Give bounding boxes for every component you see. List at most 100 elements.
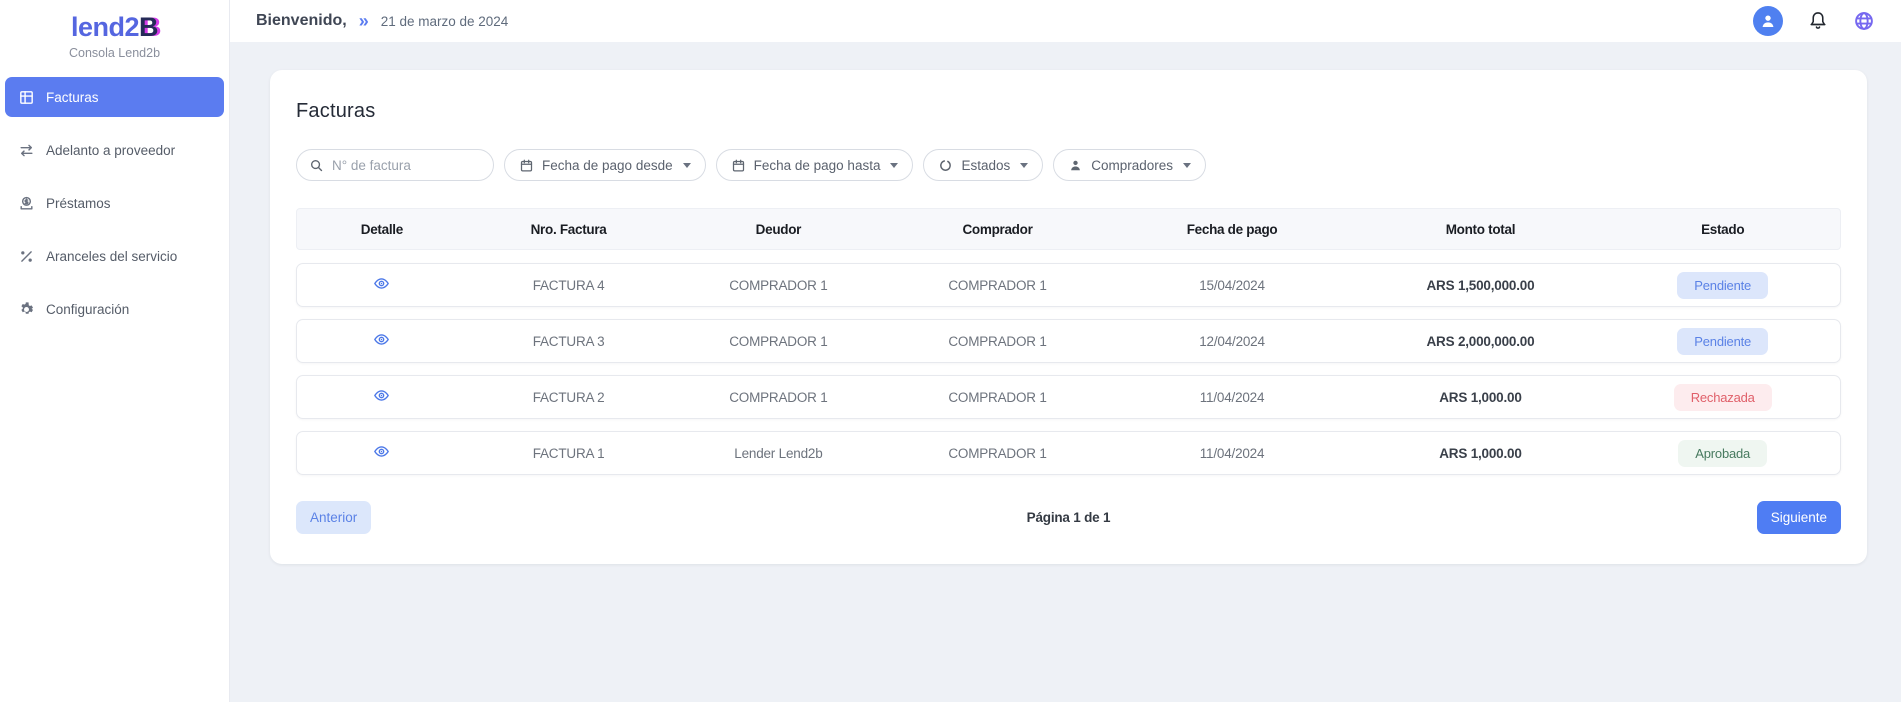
cell-estado: Pendiente [1605,272,1840,299]
sidebar-item-aranceles-del-servicio[interactable]: Aranceles del servicio [5,236,224,276]
status-badge: Aprobada [1678,440,1767,467]
cell-fecha-de-pago: 12/04/2024 [1109,334,1356,349]
cell-deudor: COMPRADOR 1 [670,334,886,349]
facturas-card: Facturas Fecha de pago desde Fecha de pa… [270,70,1867,564]
cell-comprador: COMPRADOR 1 [886,390,1108,405]
status-badge: Rechazada [1674,384,1772,411]
chevron-down-icon [890,163,898,168]
facturas-table: DetalleNro. FacturaDeudorCompradorFecha … [296,208,1841,475]
cell-deudor: COMPRADOR 1 [670,390,886,405]
table-body: FACTURA 4 COMPRADOR 1 COMPRADOR 1 15/04/… [296,263,1841,475]
filter-compradores[interactable]: Compradores [1053,149,1206,181]
sidebar-item-label: Aranceles del servicio [46,249,177,264]
column-header: Deudor [670,222,886,237]
sidebar: lend2B Consola Lend2b Facturas Adelanto … [0,0,230,702]
table-header: DetalleNro. FacturaDeudorCompradorFecha … [296,208,1841,250]
page-indicator: Página 1 de 1 [1027,510,1111,525]
cell-fecha-de-pago: 11/04/2024 [1109,446,1356,461]
filter-estados[interactable]: Estados [923,149,1043,181]
cell-monto-total: ARS 1,000.00 [1355,446,1605,461]
cell-monto-total: ARS 1,000.00 [1355,390,1605,405]
status-badge: Pendiente [1677,328,1768,355]
double-chevron-icon: » [359,12,369,30]
view-detail-eye-icon[interactable] [373,387,390,404]
main-area: Bienvenido, » 21 de marzo de 2024 [230,0,1901,702]
sidebar-item-prestamos[interactable]: Préstamos [5,183,224,223]
sidebar-item-label: Facturas [46,90,99,105]
filter-bar: Fecha de pago desde Fecha de pago hasta … [296,149,1841,181]
transfer-icon [17,141,35,159]
cell-estado: Rechazada [1605,384,1840,411]
next-page-button[interactable]: Siguiente [1757,501,1841,534]
table-row: FACTURA 4 COMPRADOR 1 COMPRADOR 1 15/04/… [296,263,1841,307]
cell-estado: Pendiente [1605,328,1840,355]
cell-nro-factura: FACTURA 3 [467,334,671,349]
sidebar-item-label: Configuración [46,302,129,317]
cell-estado: Aprobada [1605,440,1840,467]
grid-icon [17,88,35,106]
view-detail-eye-icon[interactable] [373,331,390,348]
sidebar-item-adelanto-a-proveedor[interactable]: Adelanto a proveedor [5,130,224,170]
pagination: Anterior Página 1 de 1 Siguiente [296,501,1841,534]
brand: lend2B Consola Lend2b [0,0,229,60]
filter-label: Fecha de pago desde [542,158,673,173]
cell-comprador: COMPRADOR 1 [886,446,1108,461]
table-row: FACTURA 1 Lender Lend2b COMPRADOR 1 11/0… [296,431,1841,475]
sidebar-item-label: Adelanto a proveedor [46,143,175,158]
coin-icon [17,194,35,212]
calendar-icon [731,158,746,173]
sidebar-item-label: Préstamos [46,196,111,211]
calendar-icon [519,158,534,173]
cell-nro-factura: FACTURA 1 [467,446,671,461]
filter-label: Compradores [1091,158,1173,173]
filter-fecha-de-pago-desde[interactable]: Fecha de pago desde [504,149,706,181]
greeting: Bienvenido, » 21 de marzo de 2024 [256,12,508,30]
filter-fecha-de-pago-hasta[interactable]: Fecha de pago hasta [716,149,914,181]
cell-monto-total: ARS 1,500,000.00 [1355,278,1605,293]
sidebar-menu: Facturas Adelanto a proveedor Préstamos … [0,77,229,329]
filter-label: Fecha de pago hasta [754,158,881,173]
cell-deudor: Lender Lend2b [670,446,886,461]
column-header: Comprador [886,222,1108,237]
greeting-text: Bienvenido, [256,12,347,30]
topbar: Bienvenido, » 21 de marzo de 2024 [230,0,1901,42]
cell-nro-factura: FACTURA 2 [467,390,671,405]
topbar-icons [1753,6,1875,36]
gear-icon [17,300,35,318]
user-avatar[interactable] [1753,6,1783,36]
previous-page-button[interactable]: Anterior [296,501,371,534]
column-header: Estado [1605,222,1840,237]
cell-fecha-de-pago: 15/04/2024 [1109,278,1356,293]
column-header: Detalle [297,222,467,237]
brand-logo-accent: B [139,12,158,42]
cell-detalle [297,443,467,463]
filter-label: Estados [961,158,1010,173]
sidebar-item-configuracion[interactable]: Configuración [5,289,224,329]
cell-comprador: COMPRADOR 1 [886,278,1108,293]
percent-icon [17,247,35,265]
cell-fecha-de-pago: 11/04/2024 [1109,390,1356,405]
cell-detalle [297,275,467,295]
cell-monto-total: ARS 2,000,000.00 [1355,334,1605,349]
page-title: Facturas [296,100,1841,123]
table-row: FACTURA 3 COMPRADOR 1 COMPRADOR 1 12/04/… [296,319,1841,363]
search-input[interactable] [332,158,481,173]
cell-detalle [297,331,467,351]
column-header: Monto total [1355,222,1605,237]
view-detail-eye-icon[interactable] [373,443,390,460]
status-circle-icon [938,158,953,173]
cell-detalle [297,387,467,407]
status-badge: Pendiente [1677,272,1768,299]
view-detail-eye-icon[interactable] [373,275,390,292]
notifications-bell-icon[interactable] [1807,10,1829,32]
language-globe-icon[interactable] [1853,10,1875,32]
current-date: 21 de marzo de 2024 [381,14,509,29]
table-row: FACTURA 2 COMPRADOR 1 COMPRADOR 1 11/04/… [296,375,1841,419]
column-header: Nro. Factura [467,222,671,237]
chevron-down-icon [683,163,691,168]
chevron-down-icon [1020,163,1028,168]
search-factura [296,149,494,181]
brand-subtitle: Consola Lend2b [0,46,229,60]
sidebar-item-facturas[interactable]: Facturas [5,77,224,117]
cell-deudor: COMPRADOR 1 [670,278,886,293]
